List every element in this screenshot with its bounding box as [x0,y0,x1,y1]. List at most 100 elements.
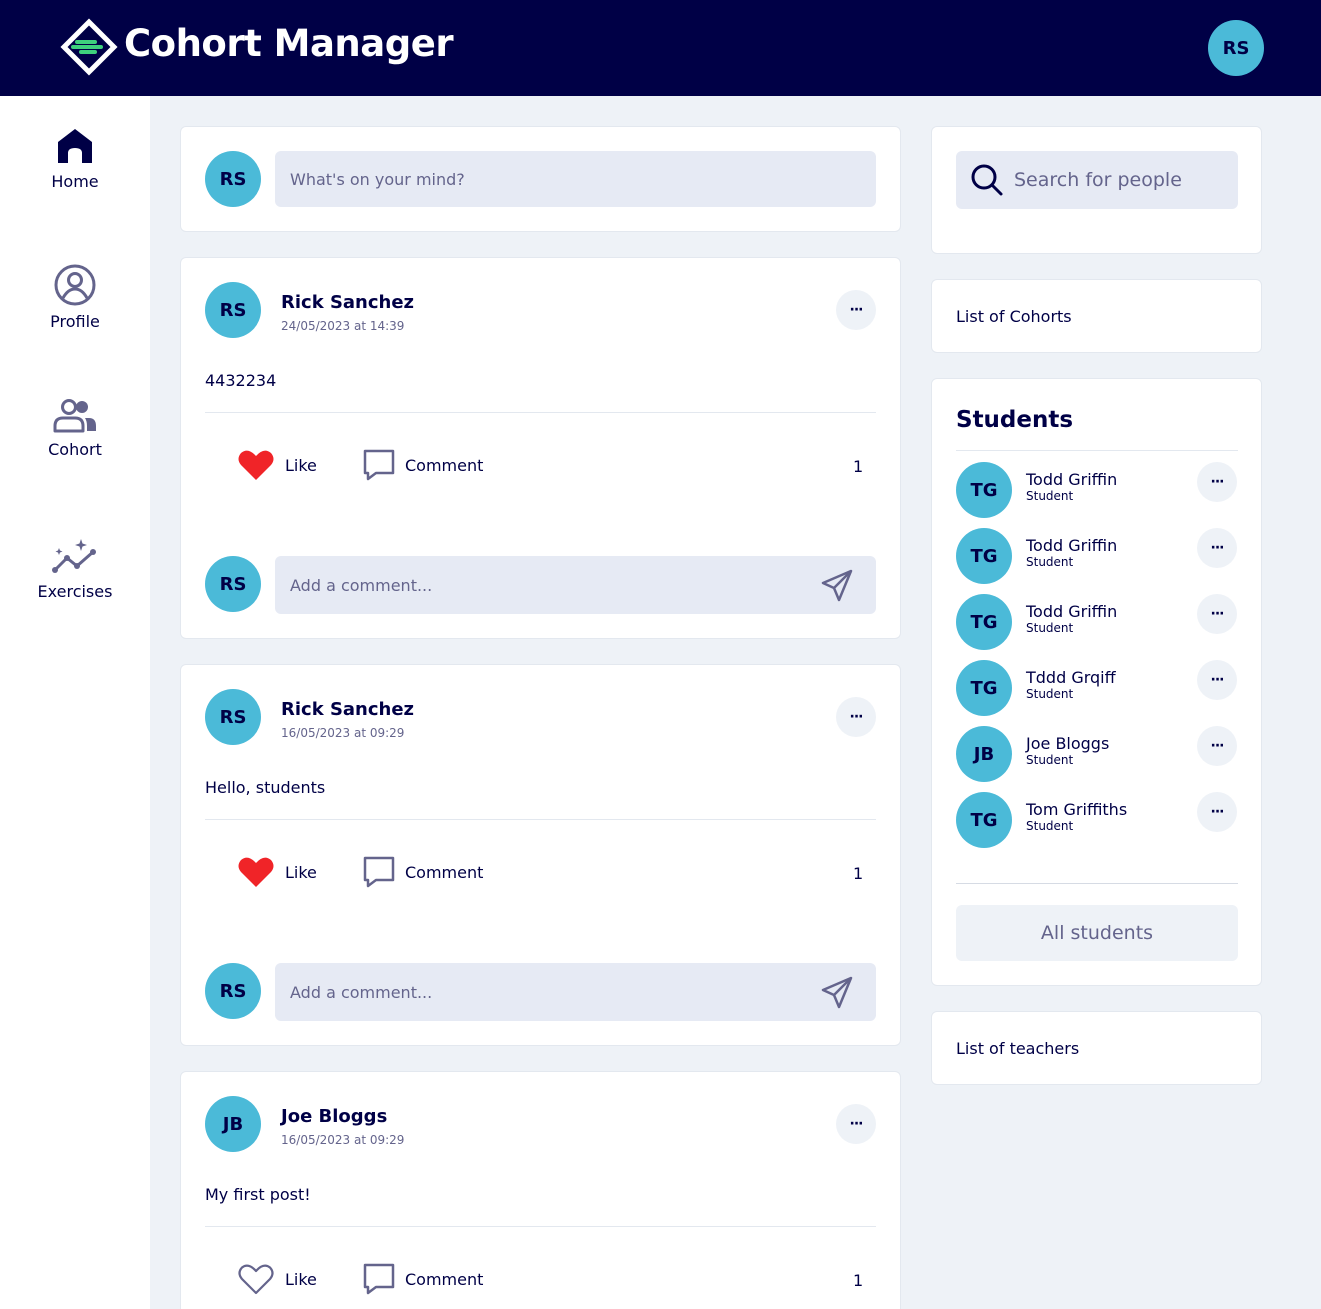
all-students-button[interactable]: All students [956,905,1238,961]
sidebar-item-profile[interactable]: Profile [0,264,150,331]
student-options-button[interactable]: ··· [1197,726,1237,766]
comment-input[interactable]: Add a comment... [275,556,876,614]
like-label: Like [285,455,317,475]
list-of-teachers-link[interactable]: List of teachers [956,1039,1079,1058]
student-role: Student [1026,621,1074,635]
home-icon [58,129,92,163]
app-title: Cohort Manager [124,22,454,65]
comment-icon [363,449,395,481]
sidebar-item-label: Exercises [37,582,113,601]
cohort-icon [53,399,96,433]
send-icon[interactable] [820,976,854,1010]
student-role: Student [1026,819,1074,833]
cohort-logo-icon[interactable] [60,18,118,76]
post-content: 4432234 [205,371,277,390]
author-avatar[interactable]: JB [205,1096,261,1152]
comment-icon [363,1263,395,1295]
divider [956,450,1238,451]
sidebar-nav: Home Profile Cohort Exercises [0,96,150,1309]
comment-button[interactable]: Comment [363,1263,483,1295]
post-options-button[interactable]: ··· [836,1104,876,1144]
author-avatar[interactable]: RS [205,689,261,745]
commenter-avatar: RS [205,556,261,612]
comment-label: Comment [405,455,484,475]
author-name[interactable]: Rick Sanchez [281,699,414,720]
like-button[interactable]: Like [237,448,317,482]
student-options-button[interactable]: ··· [1197,792,1237,832]
post-date: 24/05/2023 at 14:39 [281,319,405,333]
student-row[interactable]: JB Joe Bloggs Student ··· [956,726,1238,782]
student-name[interactable]: Todd Griffin [1026,470,1117,489]
author-avatar[interactable]: RS [205,282,261,338]
sidebar-item-label: Profile [50,312,100,331]
student-avatar: TG [956,792,1012,848]
student-options-button[interactable]: ··· [1197,528,1237,568]
like-button[interactable]: Like [237,855,317,889]
student-options-button[interactable]: ··· [1197,660,1237,700]
post-composer: RS What's on your mind? [180,126,901,232]
post-options-button[interactable]: ··· [836,290,876,330]
student-row[interactable]: TG Todd Griffin Student ··· [956,528,1238,584]
search-input[interactable]: Search for people [956,151,1238,209]
comment-label: Comment [405,1269,484,1289]
author-name[interactable]: Rick Sanchez [281,292,414,313]
student-row[interactable]: TG Tddd Grqiff Student ··· [956,660,1238,716]
send-icon[interactable] [820,569,854,603]
sidebar-item-cohort[interactable]: Cohort [0,398,150,459]
student-avatar: TG [956,462,1012,518]
divider [205,1226,876,1227]
post-content: Hello, students [205,778,326,797]
divider [956,883,1238,884]
post-content: My first post! [205,1185,311,1204]
post-card: RS Rick Sanchez 16/05/2023 at 09:29 ··· … [180,664,901,1046]
comment-input[interactable]: Add a comment... [275,963,876,1021]
like-count: 1 [853,457,864,476]
comment-button[interactable]: Comment [363,856,483,888]
student-avatar: TG [956,594,1012,650]
student-name[interactable]: Todd Griffin [1026,602,1117,621]
post-input[interactable]: What's on your mind? [275,151,876,207]
profile-icon [54,264,96,306]
comment-placeholder: Add a comment... [290,575,433,595]
student-row[interactable]: TG Tom Griffiths Student ··· [956,792,1238,848]
student-options-button[interactable]: ··· [1197,462,1237,502]
search-card: Search for people [931,126,1262,254]
cohorts-card[interactable]: List of Cohorts [931,279,1262,353]
student-name[interactable]: Tom Griffiths [1026,800,1127,819]
student-options-button[interactable]: ··· [1197,594,1237,634]
like-label: Like [285,1269,317,1289]
post-card: RS Rick Sanchez 24/05/2023 at 14:39 ··· … [180,257,901,639]
students-card: Students TG Todd Griffin Student ··· TG … [931,378,1262,986]
comment-button[interactable]: Comment [363,449,483,481]
post-date: 16/05/2023 at 09:29 [281,1133,405,1147]
student-role: Student [1026,753,1074,767]
students-title: Students [956,407,1074,433]
student-row[interactable]: TG Todd Griffin Student ··· [956,594,1238,650]
student-name[interactable]: Todd Griffin [1026,536,1117,555]
commenter-avatar: RS [205,963,261,1019]
sidebar-item-label: Cohort [48,440,102,459]
student-row[interactable]: TG Todd Griffin Student ··· [956,462,1238,518]
student-name[interactable]: Tddd Grqiff [1026,668,1116,687]
student-avatar: JB [956,726,1012,782]
student-name[interactable]: Joe Bloggs [1026,734,1109,753]
student-avatar: TG [956,528,1012,584]
heart-filled-icon [238,857,274,887]
user-avatar[interactable]: RS [1208,20,1264,76]
exercises-icon [52,539,96,573]
like-count: 1 [853,864,864,883]
heart-filled-icon [238,450,274,480]
comment-label: Comment [405,862,484,882]
student-role: Student [1026,555,1074,569]
teachers-card[interactable]: List of teachers [931,1011,1262,1085]
like-button[interactable]: Like [237,1262,317,1296]
composer-avatar: RS [205,151,261,207]
list-of-cohorts-link[interactable]: List of Cohorts [956,307,1072,326]
author-name[interactable]: Joe Bloggs [281,1106,387,1127]
post-options-button[interactable]: ··· [836,697,876,737]
sidebar-item-exercises[interactable]: Exercises [0,536,150,601]
sidebar-item-label: Home [51,172,99,191]
sidebar-item-home[interactable]: Home [0,126,150,191]
divider [205,412,876,413]
post-card: JB Joe Bloggs 16/05/2023 at 09:29 ··· My… [180,1071,901,1309]
